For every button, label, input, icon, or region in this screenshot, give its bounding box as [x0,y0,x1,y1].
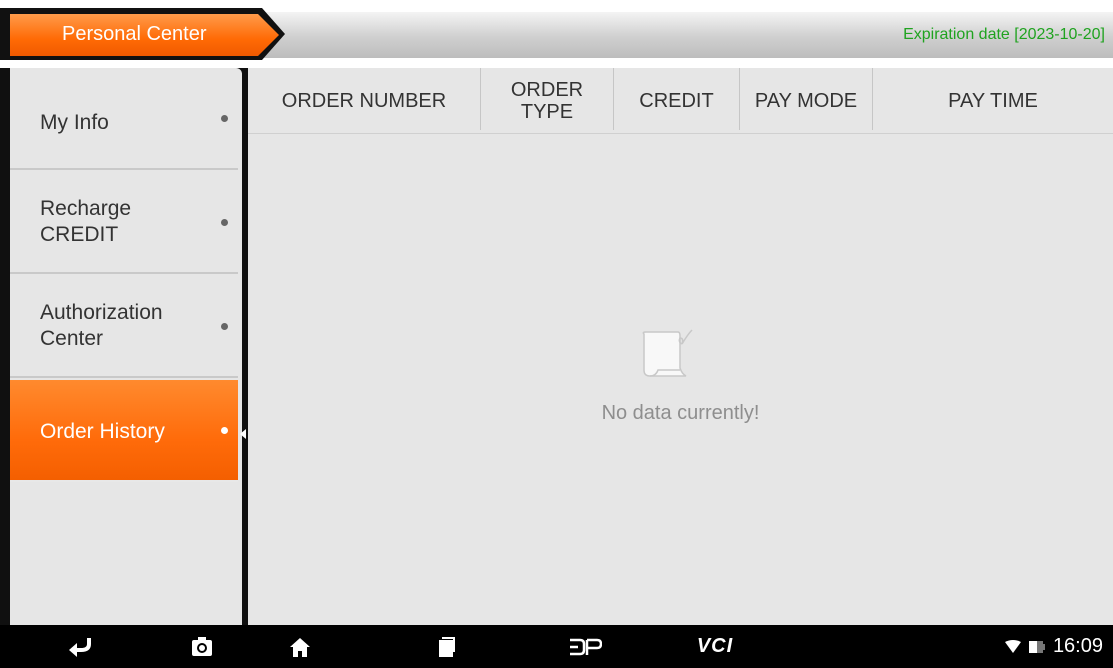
order-history-panel: ORDER NUMBER ORDER TYPE CREDIT PAY MODE … [248,68,1113,625]
empty-state-message: No data currently! [601,402,760,424]
home-icon [290,637,310,657]
recent-apps-button[interactable] [426,625,466,668]
table-header: ORDER NUMBER ORDER TYPE CREDIT PAY MODE … [248,68,1113,134]
sidebar-item-label: Recharge CREDIT [40,197,132,246]
sidebar-item-label: Authorization Center [40,301,163,350]
bullet-icon [221,115,228,122]
header: Personal Center Expiration date [2023-10… [0,0,1113,68]
bullet-icon [221,427,228,434]
sidebar-item-authorization-center[interactable]: Authorization Center [10,276,238,378]
home-button[interactable] [280,625,320,668]
sidebar-item-label: My Info [40,111,109,134]
sidebar-item-my-info[interactable]: My Info [10,68,238,170]
active-pointer-icon [240,429,246,439]
sidebar-item-order-history[interactable]: Order History [10,380,238,482]
empty-document-icon [642,329,693,377]
sidebar-item-recharge-credit[interactable]: Recharge CREDIT [10,172,238,274]
expiration-date: Expiration date [2023-10-20] [903,26,1105,43]
page-title: Personal Center [62,23,207,45]
column-header-pay-mode: PAY MODE [754,90,858,112]
clock: 16:09 [1052,635,1103,657]
column-header-pay-time: PAY TIME [948,90,1038,112]
bullet-icon [221,323,228,330]
column-header-credit: CREDIT [639,90,714,112]
screenshot-button[interactable] [182,625,222,668]
vci-button[interactable]: VCI [690,625,740,668]
sidebar-item-label: Order History [40,420,165,443]
sidebar: My Info Recharge CREDIT Authorization Ce… [10,68,242,625]
system-nav-bar: VCI 16:09 [0,625,1113,668]
status-area: 16:09 [1004,625,1103,668]
battery-icon [1028,640,1045,653]
camera-icon [192,636,212,656]
back-button[interactable] [60,625,100,668]
bullet-icon [221,219,228,226]
dp-button[interactable] [560,625,610,668]
recent-apps-icon [439,636,455,657]
wifi-icon [1004,639,1021,653]
column-header-order-number: ORDER NUMBER [281,90,447,112]
back-icon [69,637,91,657]
dp-logo-icon [570,638,602,655]
vci-icon: VCI [696,635,734,657]
column-header-order-type: ORDER TYPE [510,79,584,123]
